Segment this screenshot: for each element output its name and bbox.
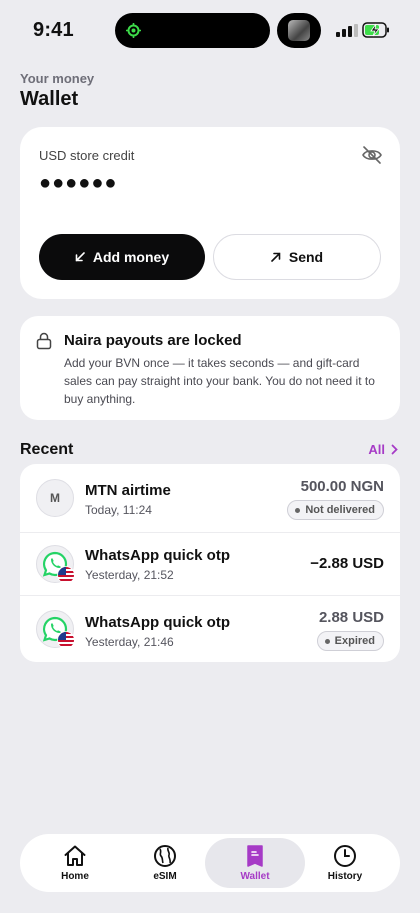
balance-value: ●●●●●● [39, 172, 118, 194]
tab-history[interactable]: History [295, 838, 395, 888]
locked-description: Add your BVN once — it takes seconds — a… [64, 356, 375, 406]
battery-charging-icon [362, 22, 389, 38]
transaction-time: Yesterday, 21:52 [85, 568, 174, 582]
view-all-link[interactable]: All [368, 442, 398, 457]
balance-card: USD store credit ●●●●●● Add money Send [20, 127, 400, 299]
payouts-locked-card[interactable]: Naira payouts are locked Add your BVN on… [20, 316, 400, 420]
bottom-tab-bar: Home eSIM Wallet History [20, 834, 400, 892]
transaction-amount: −2.88 USD [310, 555, 384, 572]
status-bar: 9:41 [0, 0, 420, 62]
transaction-time: Yesterday, 21:46 [85, 635, 174, 649]
arrow-up-right-icon [271, 252, 281, 262]
merchant-avatar: M [36, 479, 74, 517]
status-badge-label: Not delivered [305, 504, 375, 516]
transaction-amount: 2.88 USD [318, 609, 384, 626]
tab-home-label: Home [61, 871, 89, 882]
tab-esim-label: eSIM [153, 871, 177, 882]
tab-history-label: History [327, 871, 363, 882]
recent-heading: Recent [20, 441, 74, 458]
tab-wallet[interactable]: Wallet [205, 838, 305, 888]
transaction-name: WhatsApp quick otp [85, 614, 230, 631]
transaction-row[interactable]: M MTN airtime Today, 11:24 500.00 NGN No… [20, 464, 400, 532]
globe-icon [154, 845, 176, 867]
us-flag-icon [57, 566, 75, 584]
status-dot [324, 638, 330, 644]
arrow-down-left-icon [75, 252, 85, 262]
transaction-time: Today, 11:24 [85, 503, 152, 517]
transaction-row[interactable]: WhatsApp quick otp Yesterday, 21:52 −2.8… [20, 532, 400, 595]
transaction-amount: 500.00 NGN [300, 478, 384, 495]
view-all-label: All [368, 442, 385, 457]
tab-esim[interactable]: eSIM [115, 838, 215, 888]
us-flag-icon [57, 631, 75, 649]
locked-title: Naira payouts are locked [64, 332, 242, 349]
status-badge: Expired [316, 631, 384, 651]
transaction-row[interactable]: WhatsApp quick otp Yesterday, 21:46 2.88… [20, 595, 400, 662]
media-thumbnail [288, 20, 310, 41]
transaction-name: MTN airtime [85, 482, 171, 499]
dynamic-island [115, 13, 270, 48]
clock-icon [334, 845, 356, 867]
send-button[interactable]: Send [213, 234, 381, 280]
status-badge-label: Expired [334, 635, 375, 647]
activity-icon [126, 23, 141, 38]
transaction-name: WhatsApp quick otp [85, 547, 230, 564]
status-badge: Not delivered [287, 500, 384, 520]
page-eyebrow: Your money [20, 71, 95, 86]
wallet-icon [247, 845, 263, 867]
tab-home[interactable]: Home [25, 838, 125, 888]
tab-wallet-label: Wallet [240, 871, 270, 882]
chevron-right-icon [391, 444, 398, 455]
add-money-label: Add money [92, 249, 170, 265]
signal-icon [336, 24, 358, 37]
status-time: 9:41 [33, 19, 74, 41]
add-money-button[interactable]: Add money [39, 234, 205, 280]
status-dot [295, 507, 301, 513]
send-label: Send [288, 249, 324, 265]
whatsapp-avatar [36, 610, 75, 649]
lock-icon [36, 332, 52, 350]
transaction-list: M MTN airtime Today, 11:24 500.00 NGN No… [20, 464, 400, 662]
whatsapp-avatar [36, 545, 75, 584]
balance-label: USD store credit [39, 148, 135, 163]
hide-balance-icon[interactable] [361, 145, 383, 165]
home-icon [64, 845, 86, 866]
page-title: Wallet [20, 88, 79, 110]
media-island [277, 13, 321, 48]
